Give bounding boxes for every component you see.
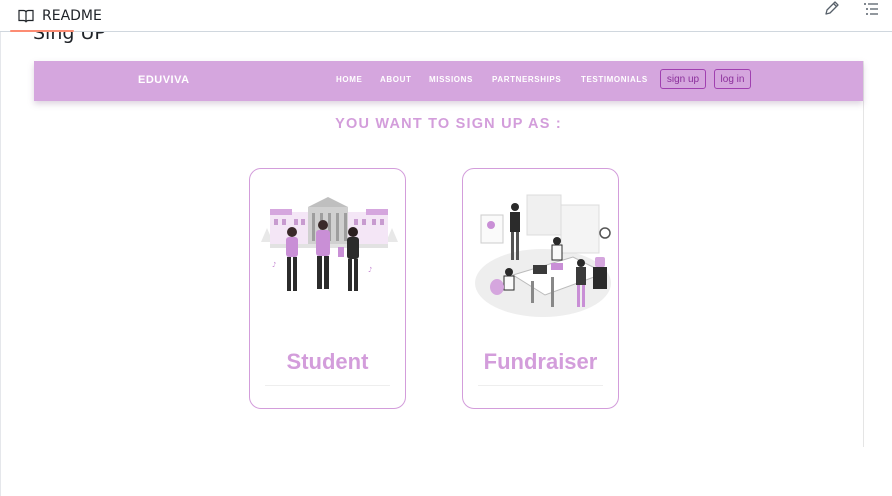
signup-heading: YOU WANT TO SIGN UP AS : [335, 116, 562, 132]
office-team-illustration [475, 194, 611, 317]
student-label: Student [286, 349, 369, 374]
content-border [0, 32, 1, 496]
fundraiser-card[interactable]: Fundraiser [462, 168, 619, 409]
fundraiser-label: Fundraiser [483, 349, 598, 374]
nav-testimonials[interactable]: TESTIMONIALS [581, 75, 648, 84]
card-divider [265, 385, 390, 386]
readme-header: README [0, 0, 892, 32]
list-outline-icon[interactable] [862, 1, 880, 19]
svg-text:♪: ♪ [368, 266, 372, 274]
students-campus-illustration: ♪ ♪ [261, 197, 398, 291]
book-icon [18, 9, 34, 23]
site-navbar: EDUVIVA HOME ABOUT MISSIONS PARTNERSHIPS… [34, 61, 863, 101]
login-button[interactable]: log in [714, 69, 751, 89]
pencil-icon[interactable] [823, 0, 841, 18]
svg-text:♪: ♪ [272, 261, 276, 269]
nav-partnerships[interactable]: PARTNERSHIPS [492, 75, 561, 84]
signup-screenshot: EDUVIVA HOME ABOUT MISSIONS PARTNERSHIPS… [34, 61, 864, 447]
readme-tab[interactable]: README [18, 0, 102, 32]
student-card[interactable]: ♪ ♪ Student [249, 168, 406, 409]
site-logo[interactable]: EDUVIVA [138, 74, 190, 86]
readme-label: README [42, 8, 102, 24]
card-divider [478, 385, 603, 386]
nav-home[interactable]: HOME [336, 75, 362, 84]
nav-missions[interactable]: MISSIONS [429, 75, 473, 84]
nav-about[interactable]: ABOUT [380, 75, 411, 84]
signup-button[interactable]: sign up [660, 69, 706, 89]
active-tab-indicator [10, 30, 74, 32]
